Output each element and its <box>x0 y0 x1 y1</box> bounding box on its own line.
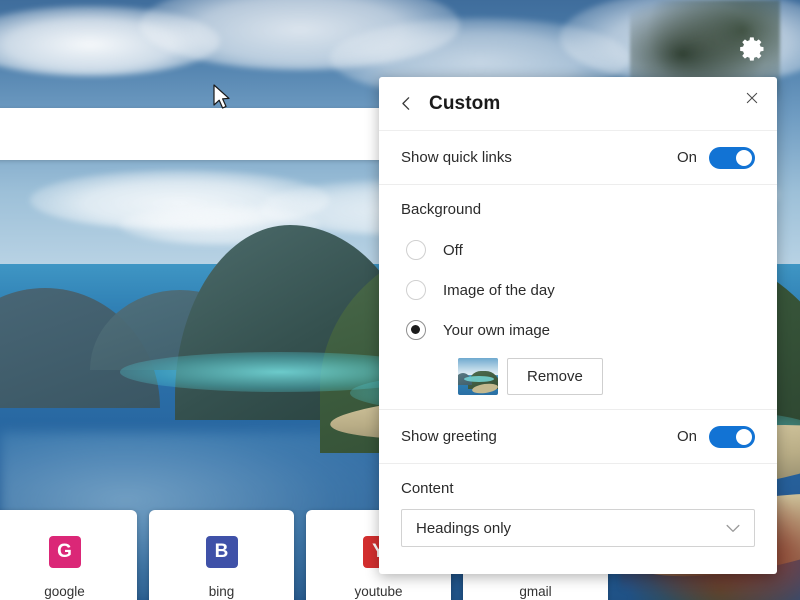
toggle-knob <box>736 149 752 166</box>
content-section: Content Headings only <box>379 464 777 565</box>
show-quick-links-toggle[interactable] <box>709 146 755 169</box>
radio-button[interactable] <box>406 240 426 260</box>
chevron-left-icon <box>401 97 409 110</box>
radio-button[interactable] <box>406 280 426 300</box>
quick-link-tile[interactable]: G google <box>0 510 137 600</box>
search-input[interactable] <box>0 108 430 160</box>
panel-header: Custom <box>379 77 777 131</box>
quick-link-label: google <box>44 584 85 599</box>
radio-button[interactable] <box>406 320 426 340</box>
quick-link-label: gmail <box>519 584 552 599</box>
radio-label: Image of the day <box>443 281 555 299</box>
radio-option-your-own-image[interactable]: Your own image <box>401 310 755 350</box>
background-section: Background Off Image of the day Your own… <box>379 185 777 410</box>
page-title: Custom <box>429 92 501 114</box>
section-label: Background <box>401 201 482 218</box>
bing-icon: B <box>205 536 238 568</box>
back-button[interactable] <box>391 89 421 119</box>
quick-link-tile[interactable]: B bing <box>149 510 294 600</box>
background-image-thumbnail[interactable] <box>458 358 498 395</box>
google-icon: G <box>48 536 81 568</box>
toggle-state-label: On <box>676 149 697 166</box>
section-label: Content <box>401 480 454 497</box>
show-greeting-toggle[interactable] <box>709 425 755 448</box>
row-label: Show quick links <box>401 149 512 166</box>
toggle-knob <box>736 428 752 445</box>
quick-link-label: bing <box>208 584 235 599</box>
radio-label: Off <box>443 241 463 259</box>
quick-link-label: youtube <box>354 584 403 599</box>
close-button[interactable] <box>739 85 765 111</box>
row-label: Show greeting <box>401 428 497 445</box>
radio-label: Your own image <box>443 321 551 339</box>
chevron-down-icon <box>726 524 740 532</box>
page-settings-button[interactable] <box>736 32 770 66</box>
content-select[interactable]: Headings only <box>401 509 755 547</box>
row-show-greeting[interactable]: Show greeting On <box>379 410 777 464</box>
close-icon <box>746 92 758 104</box>
gear-icon <box>740 37 764 61</box>
thumb-shallow-water <box>464 376 494 382</box>
custom-image-row: Remove <box>401 358 755 395</box>
row-show-quick-links[interactable]: Show quick links On <box>379 131 777 185</box>
custom-settings-panel: Custom Show quick links On Background Of… <box>379 77 777 574</box>
browser-new-tab-page: G google B bing Y youtube M gmail <box>0 0 800 600</box>
content-select-value: Headings only <box>416 519 512 537</box>
radio-option-image-of-the-day[interactable]: Image of the day <box>401 270 755 310</box>
remove-button[interactable]: Remove <box>507 358 603 395</box>
toggle-state-label: On <box>676 428 697 445</box>
radio-option-off[interactable]: Off <box>401 230 755 270</box>
